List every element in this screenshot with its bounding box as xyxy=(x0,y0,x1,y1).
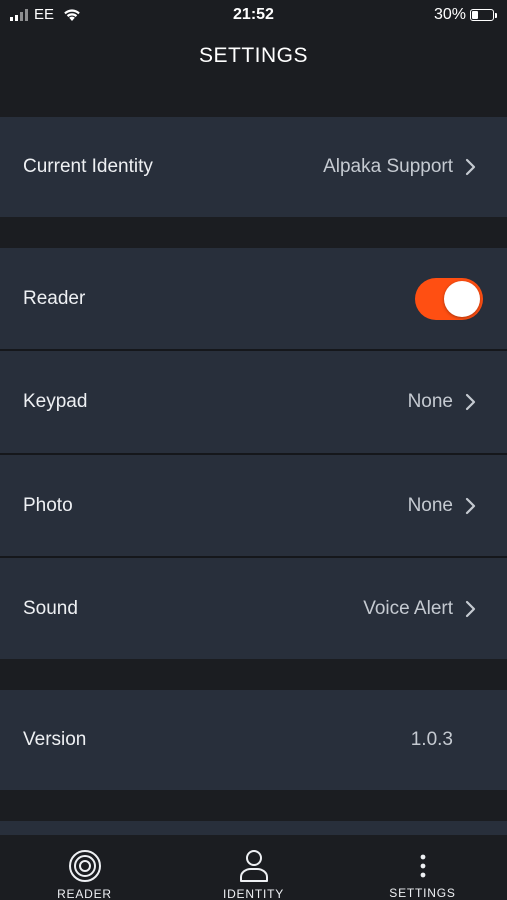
chevron-right-icon xyxy=(465,497,476,514)
photo-row[interactable]: Photo None xyxy=(0,455,507,556)
photo-label: Photo xyxy=(23,494,73,516)
chevron-right-icon xyxy=(465,600,476,617)
current-identity-value: Alpaka Support xyxy=(323,156,453,177)
tab-settings[interactable]: SETTINGS xyxy=(338,835,507,900)
partial-settings-row xyxy=(0,821,507,835)
current-identity-label: Current Identity xyxy=(23,156,153,177)
photo-value: None xyxy=(407,494,453,516)
status-time: 21:52 xyxy=(233,6,274,23)
version-row: Version 1.0.3 xyxy=(0,690,507,790)
keypad-row[interactable]: Keypad None xyxy=(0,351,507,453)
settings-screen: EE 21:52 30% SETTINGS Current Identity A… xyxy=(0,0,507,900)
person-icon xyxy=(236,849,272,883)
tab-label: READER xyxy=(57,887,112,900)
page-title: SETTINGS xyxy=(198,44,308,67)
toggle-knob xyxy=(444,280,480,317)
keypad-value: None xyxy=(407,391,453,412)
tab-label: IDENTITY xyxy=(222,887,285,900)
sound-value: Voice Alert xyxy=(363,597,453,619)
sound-label: Sound xyxy=(23,597,78,619)
chevron-right-icon xyxy=(465,158,476,176)
reader-row: Reader xyxy=(0,248,507,349)
target-icon xyxy=(67,849,103,883)
current-identity-row[interactable]: Current Identity Alpaka Support xyxy=(0,117,507,217)
version-label: Version xyxy=(23,729,87,750)
battery-icon xyxy=(470,9,494,21)
keypad-label: Keypad xyxy=(23,391,88,412)
tab-label: SETTINGS xyxy=(389,886,456,900)
reader-label: Reader xyxy=(23,287,86,309)
version-value: 1.0.3 xyxy=(410,729,453,750)
battery-level-fill xyxy=(472,11,478,19)
battery-percent: 30% xyxy=(433,6,466,23)
reader-toggle[interactable] xyxy=(415,277,483,320)
chevron-right-icon xyxy=(465,393,476,411)
status-bar: EE 21:52 30% xyxy=(0,0,507,30)
status-right: 30% xyxy=(434,6,497,24)
tab-bar: READER IDENTITY SETTINGS xyxy=(0,835,507,900)
tab-identity[interactable]: IDENTITY xyxy=(169,835,338,900)
vertical-dots-icon xyxy=(405,849,441,882)
sound-row[interactable]: Sound Voice Alert xyxy=(0,558,507,659)
tab-reader[interactable]: READER xyxy=(0,835,169,900)
battery-tip xyxy=(495,12,497,18)
